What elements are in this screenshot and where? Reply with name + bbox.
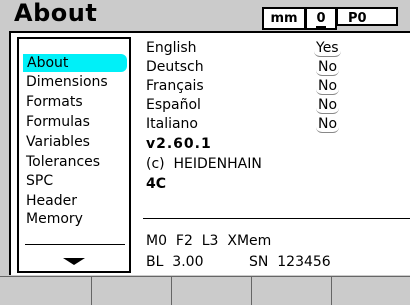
menu-item-header[interactable]: Header xyxy=(26,192,77,210)
menu-item-formulas[interactable]: Formulas xyxy=(26,113,90,131)
language-value-label: Yes xyxy=(314,40,341,57)
language-value-label: No xyxy=(316,97,340,114)
softkey-2[interactable] xyxy=(92,277,172,305)
language-value[interactable]: No xyxy=(316,58,340,76)
copyright-text: (c) HEIDENHAIN xyxy=(146,156,262,172)
serial-number: SN 123456 xyxy=(249,254,331,270)
softkey-5[interactable] xyxy=(332,277,410,305)
content-divider xyxy=(143,218,410,219)
title-bar: About mm 0 P0 xyxy=(0,0,410,33)
menu-item-about[interactable]: About xyxy=(23,54,127,72)
model-text: 4C xyxy=(146,176,167,192)
bl-text: BL 3.00 xyxy=(146,254,204,270)
down-arrow-icon[interactable] xyxy=(63,258,85,265)
language-name: Español xyxy=(146,97,201,113)
language-value[interactable]: No xyxy=(316,77,340,95)
language-value[interactable]: No xyxy=(316,115,340,133)
language-value[interactable]: No xyxy=(316,96,340,114)
menu-item-spc[interactable]: SPC xyxy=(26,172,53,190)
menu-item-formats[interactable]: Formats xyxy=(26,93,83,111)
menu-divider xyxy=(25,244,125,245)
softkey-1[interactable] xyxy=(0,277,92,305)
device-screen: About mm 0 P0 About Dimensions Formats F… xyxy=(0,0,410,305)
softkey-3[interactable] xyxy=(172,277,252,305)
language-name: English xyxy=(146,40,197,56)
language-name: Italiano xyxy=(146,116,198,132)
menu-list: About Dimensions Formats Formulas Variab… xyxy=(17,37,131,273)
menu-item-dimensions[interactable]: Dimensions xyxy=(26,73,108,91)
menu-item-variables[interactable]: Variables xyxy=(26,133,90,151)
language-name: Deutsch xyxy=(146,59,204,75)
zero-indicator-label: 0 xyxy=(316,11,326,28)
firmware-version: v2.60.1 xyxy=(146,136,212,152)
preset-indicator[interactable]: P0 xyxy=(336,7,398,26)
softkey-4[interactable] xyxy=(252,277,332,305)
language-value[interactable]: Yes xyxy=(314,39,341,57)
language-value-label: No xyxy=(316,78,340,95)
softkey-bar xyxy=(0,276,410,305)
menu-item-tolerances[interactable]: Tolerances xyxy=(26,153,100,171)
units-indicator[interactable]: mm xyxy=(262,7,306,30)
zero-indicator[interactable]: 0 xyxy=(305,7,337,30)
config-text: M0 F2 L3 XMem xyxy=(146,233,272,249)
language-value-label: No xyxy=(316,116,340,133)
menu-item-memory[interactable]: Memory xyxy=(26,210,83,228)
language-value-label: No xyxy=(316,59,340,76)
page-title: About xyxy=(14,0,98,27)
about-content: English Yes Deutsch No Français No Españ… xyxy=(139,37,410,275)
language-name: Français xyxy=(146,78,204,94)
